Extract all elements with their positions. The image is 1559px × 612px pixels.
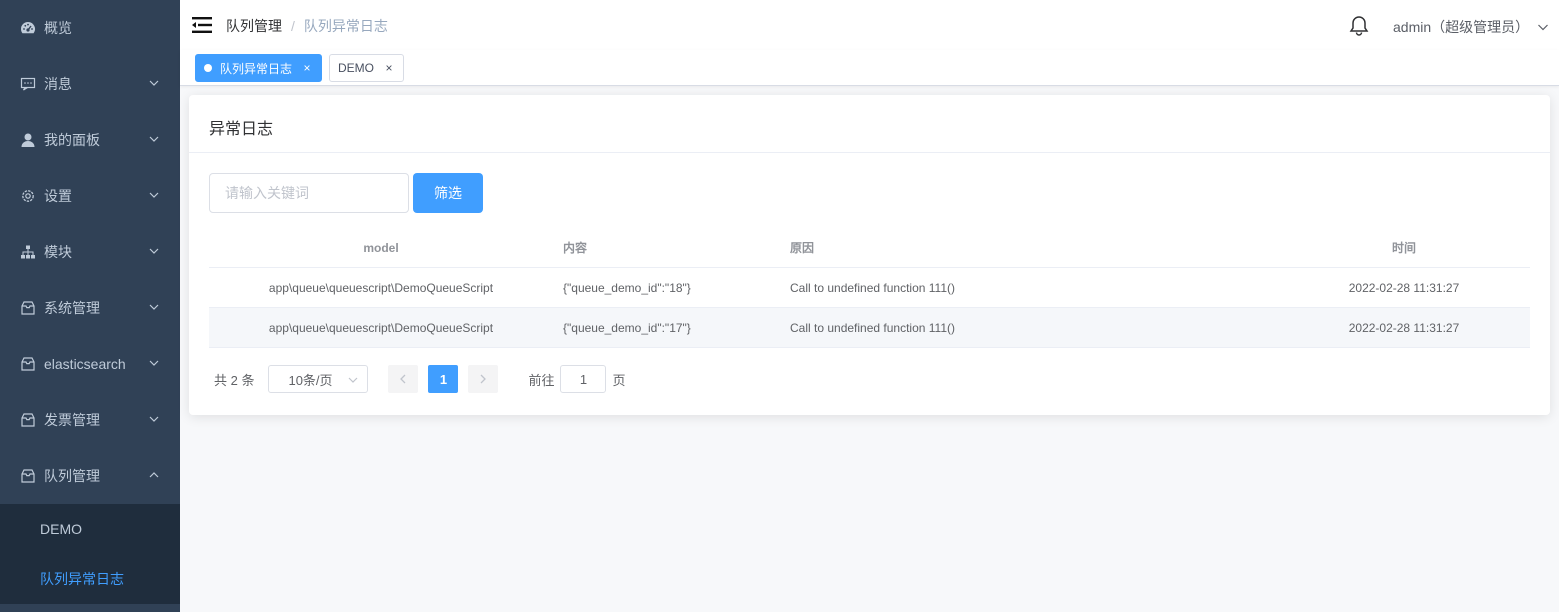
table-row[interactable]: app\queue\queuescript\DemoQueueScript {"… <box>209 308 1530 348</box>
cell-reason: Call to undefined function 111() <box>790 320 955 335</box>
navbar: 队列管理 / 队列异常日志 admin（超级管理员） <box>180 0 1559 50</box>
chevron-down-icon <box>149 80 159 86</box>
card-title: 异常日志 <box>189 95 1550 153</box>
dashboard-icon <box>20 20 36 36</box>
sidebar-item-label: 概览 <box>44 20 72 36</box>
sidebar-item-queue[interactable]: 队列管理 <box>0 448 180 504</box>
chevron-down-icon <box>1538 24 1549 31</box>
gear-icon <box>20 188 36 204</box>
sidebar-item-my-panel[interactable]: 我的面板 <box>0 112 180 168</box>
page-size-value: 10条/页 <box>288 372 333 388</box>
chevron-down-icon <box>349 377 358 383</box>
box-icon <box>20 468 36 484</box>
sidebar-item-label: 设置 <box>44 188 72 204</box>
chevron-down-icon <box>149 248 159 254</box>
tag-queue-error-log[interactable]: 队列异常日志 × <box>195 54 323 82</box>
sidebar-item-label: elasticsearch <box>44 356 126 372</box>
close-icon[interactable]: × <box>383 62 395 74</box>
sidebar-item-modules[interactable]: 模块 <box>0 224 180 280</box>
data-table: model 内容 原因 时间 app\queue\queuescript\Dem… <box>209 228 1530 348</box>
submenu-item-demo[interactable]: DEMO <box>0 504 180 554</box>
sidebar-item-settings[interactable]: 设置 <box>0 168 180 224</box>
prev-page-button[interactable] <box>388 365 419 393</box>
queue-submenu: DEMO 队列异常日志 <box>0 504 180 604</box>
breadcrumb-separator: / <box>291 18 295 34</box>
chevron-down-icon <box>149 136 159 142</box>
submenu-item-queue-error-log[interactable]: 队列异常日志 <box>0 554 180 604</box>
cell-time: 2022-02-28 11:31:27 <box>1348 320 1460 335</box>
sidebar-item-message[interactable]: 消息 <box>0 56 180 112</box>
sidebar-item-system[interactable]: 系统管理 <box>0 280 180 336</box>
next-page-button[interactable] <box>468 365 499 393</box>
sidebar-item-label: 系统管理 <box>44 300 100 316</box>
message-icon <box>20 76 36 92</box>
page-number-current[interactable]: 1 <box>428 365 459 393</box>
pagination: 共 2 条 10条/页 1 前往 页 <box>214 365 626 393</box>
breadcrumb-item-queue-management[interactable]: 队列管理 <box>226 16 282 36</box>
tag-demo[interactable]: DEMO × <box>329 54 404 82</box>
hamburger-icon[interactable] <box>192 15 214 35</box>
user-name: admin（超级管理员） <box>1393 19 1530 35</box>
goto-suffix: 页 <box>612 372 626 388</box>
sidebar-item-label: 我的面板 <box>44 132 100 148</box>
column-header[interactable]: 原因 <box>780 228 1278 267</box>
goto-page-input[interactable] <box>560 365 607 393</box>
sidebar-item-overview[interactable]: 概览 <box>0 0 180 56</box>
bell-icon[interactable] <box>1348 14 1370 36</box>
close-icon[interactable]: × <box>301 62 313 74</box>
chevron-left-icon <box>400 374 406 384</box>
cell-model: app\queue\queuescript\DemoQueueScript <box>268 280 494 295</box>
box-icon <box>20 412 36 428</box>
tree-icon <box>20 244 36 260</box>
box-icon <box>20 356 36 372</box>
breadcrumb: 队列管理 / 队列异常日志 <box>226 16 388 36</box>
sidebar-item-label: 模块 <box>44 244 72 260</box>
tag-label: 队列异常日志 <box>220 61 293 76</box>
sidebar-item-invoice[interactable]: 发票管理 <box>0 392 180 448</box>
cell-content: {"queue_demo_id":"17"} <box>563 320 691 335</box>
breadcrumb-item-current: 队列异常日志 <box>303 18 388 34</box>
active-dot-icon <box>204 64 212 72</box>
filter-button[interactable]: 筛选 <box>413 173 483 213</box>
chevron-down-icon <box>149 304 159 310</box>
tags-view: 队列异常日志 × DEMO × <box>180 50 1559 86</box>
cell-reason: Call to undefined function 111() <box>790 280 955 295</box>
main-card: 异常日志 筛选 model 内容 原因 时间 app\queue\queuesc… <box>189 95 1550 415</box>
chevron-down-icon <box>149 416 159 422</box>
table-row[interactable]: app\queue\queuescript\DemoQueueScript {"… <box>209 268 1530 308</box>
box-icon <box>20 300 36 316</box>
sidebar-item-label: 发票管理 <box>44 412 100 428</box>
search-input[interactable] <box>209 173 409 213</box>
sidebar-item-label: 消息 <box>44 76 72 92</box>
cell-model: app\queue\queuescript\DemoQueueScript <box>268 320 494 335</box>
tag-label: DEMO <box>338 61 374 75</box>
user-dropdown[interactable]: admin（超级管理员） <box>1393 17 1549 37</box>
pagination-total: 共 2 条 <box>214 372 255 388</box>
sidebar: 概览 消息 我的面板 设置 模块 系统管理 elasticsearch 发票管理… <box>0 0 180 612</box>
goto-label: 前往 <box>528 372 555 388</box>
chevron-down-icon <box>149 192 159 198</box>
user-icon <box>20 132 36 148</box>
chevron-up-icon <box>149 472 159 478</box>
sidebar-item-elasticsearch[interactable]: elasticsearch <box>0 336 180 392</box>
cell-time: 2022-02-28 11:31:27 <box>1348 280 1460 295</box>
sidebar-item-label: 队列管理 <box>44 468 100 484</box>
table-header: model 内容 原因 时间 <box>209 228 1530 268</box>
chevron-down-icon <box>149 360 159 366</box>
cell-content: {"queue_demo_id":"18"} <box>563 280 691 295</box>
column-header[interactable]: 内容 <box>553 228 780 267</box>
page-size-select[interactable]: 10条/页 <box>268 365 369 393</box>
column-header[interactable]: 时间 <box>1278 228 1530 267</box>
chevron-right-icon <box>481 374 487 384</box>
column-header[interactable]: model <box>209 228 553 267</box>
